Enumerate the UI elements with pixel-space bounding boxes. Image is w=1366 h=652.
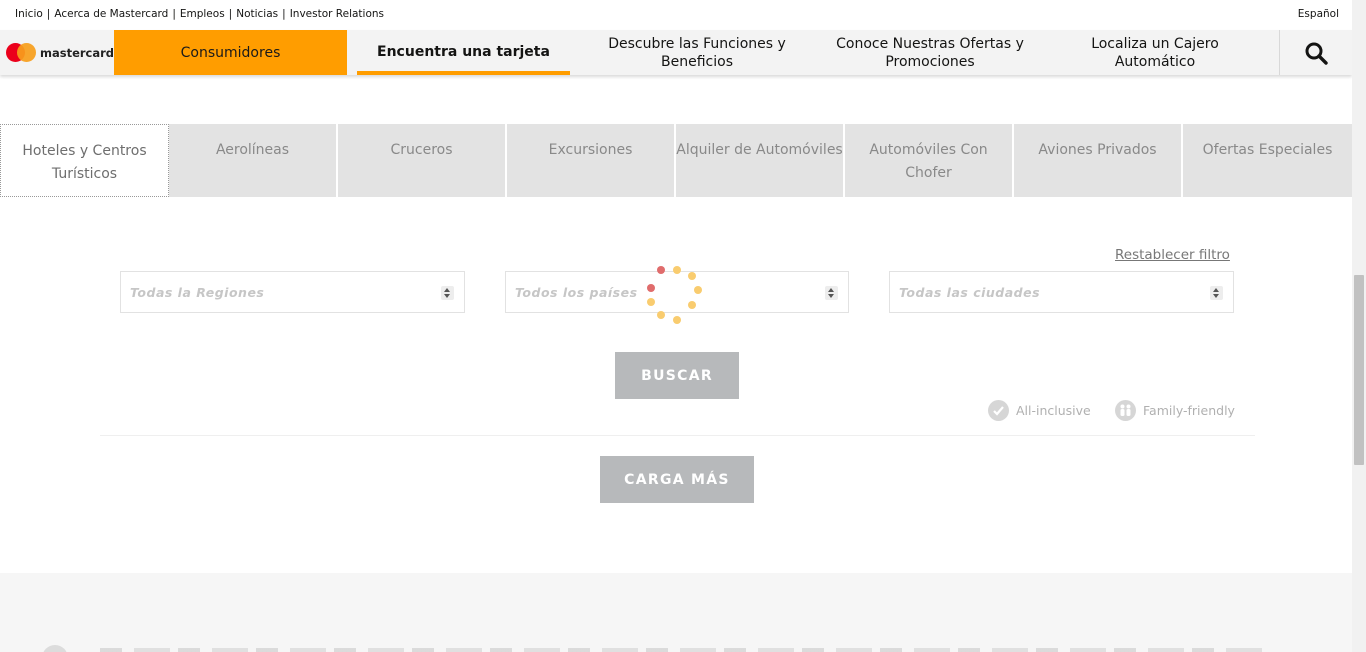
checkmark-icon: [988, 400, 1009, 421]
logo-text: mastercard: [40, 45, 115, 60]
scrollbar[interactable]: [1352, 0, 1366, 652]
separator: |: [172, 8, 176, 20]
nav-atm-locator[interactable]: Localiza un Cajero Automático: [1060, 30, 1250, 75]
footer-section: [0, 573, 1352, 652]
separator: |: [228, 8, 233, 20]
main-nav: mastercard Consumidores Encuentra una ta…: [0, 30, 1352, 75]
link-inicio[interactable]: Inicio: [15, 8, 43, 20]
tab-car-rental[interactable]: Alquiler de Automóviles: [676, 124, 845, 197]
tab-special-offers[interactable]: Ofertas Especiales: [1183, 124, 1352, 197]
reset-filter-link[interactable]: Restablecer filtro: [1115, 247, 1230, 263]
category-tabs: Hoteles y Centros Turísticos Aerolíneas …: [0, 124, 1352, 197]
nav-offers-promotions[interactable]: Conoce Nuestras Ofertas y Promociones: [823, 30, 1037, 75]
loading-spinner-icon: [647, 266, 707, 327]
utility-bar: Inicio | Acerca de Mastercard | Empleos | N…: [0, 0, 1352, 30]
link-empleos[interactable]: Empleos: [180, 8, 225, 20]
link-acerca[interactable]: Acerca de Mastercard: [54, 8, 168, 20]
mastercard-circles-icon: [6, 43, 36, 62]
city-select[interactable]: Todas las ciudades: [889, 271, 1234, 313]
tab-chauffeur[interactable]: Automóviles Con Chofer: [845, 124, 1014, 197]
nav-consumers[interactable]: Consumidores: [114, 30, 347, 75]
utility-links: Inicio | Acerca de Mastercard | Empleos | N…: [15, 8, 384, 20]
legend-family-friendly-label: Family-friendly: [1143, 403, 1235, 418]
nav-features-benefits[interactable]: Descubre las Funciones y Beneficios: [592, 30, 802, 75]
legend-all-inclusive-label: All-inclusive: [1016, 403, 1091, 418]
legend-family-friendly: Family-friendly: [1115, 400, 1235, 421]
separator: |: [46, 8, 51, 20]
select-arrows-icon: [825, 286, 838, 300]
legend-all-inclusive: All-inclusive: [988, 400, 1091, 421]
link-investor-relations[interactable]: Investor Relations: [290, 8, 384, 20]
language-selector[interactable]: Español: [1298, 8, 1339, 20]
search-button[interactable]: [1279, 30, 1352, 75]
tab-cruises[interactable]: Cruceros: [338, 124, 507, 197]
footer-text-cutoff: [100, 648, 1270, 652]
select-arrows-icon: [1210, 286, 1223, 300]
mastercard-logo[interactable]: mastercard: [6, 43, 114, 62]
scrollbar-thumb[interactable]: [1354, 275, 1364, 465]
tab-hotels[interactable]: Hoteles y Centros Turísticos: [0, 124, 169, 197]
load-more-button[interactable]: CARGA MÁS: [600, 456, 754, 503]
search-submit-button[interactable]: BUSCAR: [615, 352, 739, 399]
search-icon: [1305, 42, 1328, 65]
country-placeholder: Todos los países: [515, 285, 638, 300]
city-placeholder: Todas las ciudades: [899, 285, 1041, 300]
tab-private-jets[interactable]: Aviones Privados: [1014, 124, 1183, 197]
family-icon: [1115, 400, 1136, 421]
tab-excursions[interactable]: Excursiones: [507, 124, 676, 197]
separator: |: [282, 8, 286, 20]
nav-find-card[interactable]: Encuentra una tarjeta: [357, 30, 570, 75]
select-arrows-icon: [441, 286, 454, 300]
link-noticias[interactable]: Noticias: [236, 8, 278, 20]
divider: [100, 435, 1255, 436]
region-placeholder: Todas la Regiones: [130, 285, 265, 300]
region-select[interactable]: Todas la Regiones: [120, 271, 465, 313]
tab-airlines[interactable]: Aerolíneas: [169, 124, 338, 197]
